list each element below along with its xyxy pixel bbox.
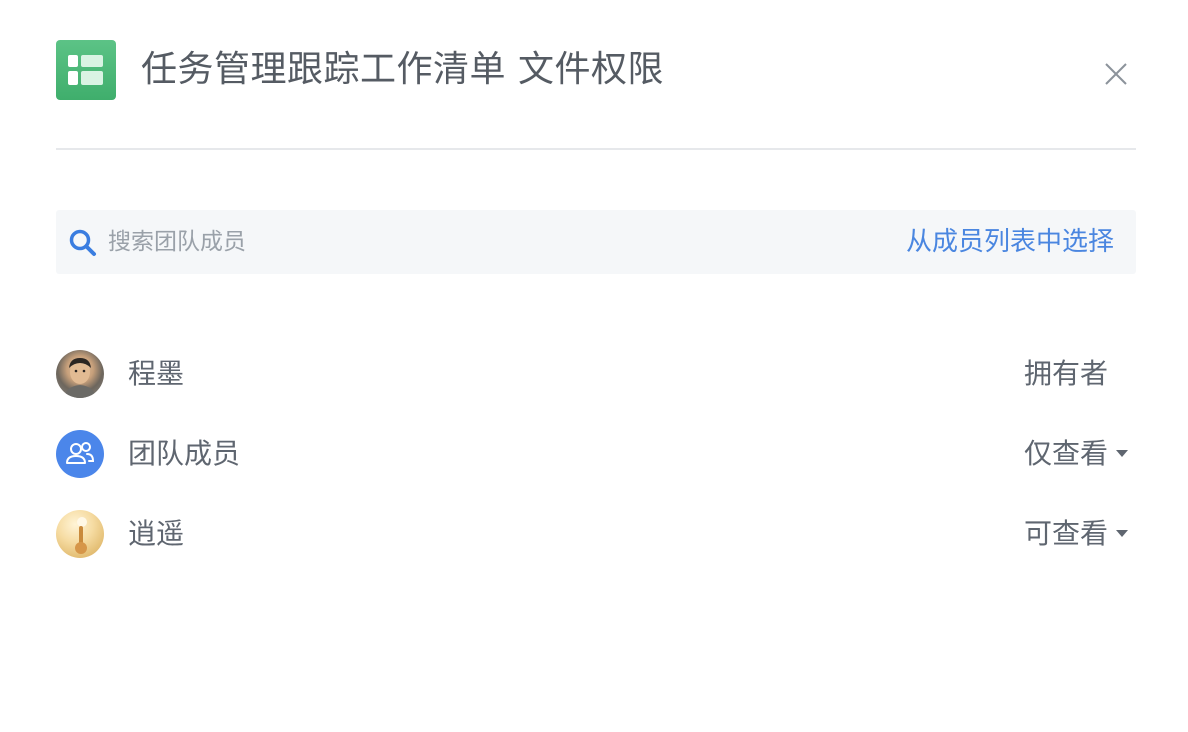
pick-from-member-list-link[interactable]: 从成员列表中选择 <box>906 224 1114 260</box>
member-name: 程墨 <box>128 357 185 390</box>
member-search-bar: 从成员列表中选择 <box>56 210 1136 274</box>
close-icon[interactable] <box>1100 58 1132 90</box>
member-row: 逍遥 可查看 <box>56 510 1136 558</box>
file-permission-dialog: 任务管理跟踪工作清单 文件权限 从成员列表中选择 <box>0 0 1188 732</box>
team-icon <box>56 430 104 478</box>
avatar <box>56 350 104 398</box>
search-icon <box>68 228 98 258</box>
close-button[interactable] <box>1100 58 1132 90</box>
member-row: 程墨 拥有者 <box>56 350 1136 398</box>
permission-dropdown[interactable]: 可查看 <box>1024 514 1108 554</box>
member-role: 拥有者 <box>1023 357 1108 390</box>
spreadsheet-icon <box>56 40 116 100</box>
dialog-title: 任务管理跟踪工作清单 文件权限 <box>141 49 664 90</box>
avatar <box>56 510 104 558</box>
member-row: 团队成员 仅查看 <box>56 430 1136 478</box>
chevron-down-icon[interactable] <box>1116 450 1128 457</box>
dialog-header: 任务管理跟踪工作清单 文件权限 <box>56 40 1136 100</box>
member-name: 团队成员 <box>128 437 241 470</box>
search-input[interactable] <box>108 222 808 262</box>
member-name: 逍遥 <box>128 517 185 550</box>
header-divider <box>56 148 1136 150</box>
chevron-down-icon[interactable] <box>1116 530 1128 537</box>
permission-dropdown[interactable]: 仅查看 <box>1024 434 1108 474</box>
